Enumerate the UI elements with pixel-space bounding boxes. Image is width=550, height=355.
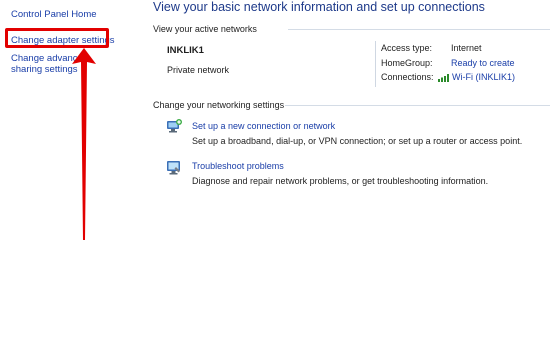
main-pane: View your basic network information and … bbox=[140, 0, 550, 355]
setup-new-connection-description: Set up a broadband, dial-up, or VPN conn… bbox=[192, 136, 523, 146]
connection-link[interactable]: Wi-Fi (INKLIK1) bbox=[438, 72, 515, 82]
access-type-value: Internet bbox=[451, 43, 482, 53]
connection-name: Wi-Fi (INKLIK1) bbox=[452, 72, 515, 82]
vertical-divider bbox=[375, 41, 376, 87]
control-panel-home-link[interactable]: Control Panel Home bbox=[11, 9, 97, 20]
change-settings-heading: Change your networking settings bbox=[153, 100, 285, 110]
page-title: View your basic network information and … bbox=[153, 0, 485, 14]
homegroup-label: HomeGroup: bbox=[381, 58, 433, 68]
left-nav-pane: Control Panel Home Change adapter settin… bbox=[0, 0, 120, 355]
active-networks-heading: View your active networks bbox=[153, 24, 257, 34]
troubleshoot-problems-link[interactable]: Troubleshoot problems bbox=[192, 161, 284, 171]
network-type: Private network bbox=[167, 65, 230, 75]
access-type-label: Access type: bbox=[381, 43, 433, 53]
troubleshoot-icon bbox=[167, 161, 180, 175]
section-divider bbox=[285, 105, 550, 106]
wifi-signal-icon bbox=[438, 73, 449, 82]
troubleshoot-problems-description: Diagnose and repair network problems, or… bbox=[192, 176, 489, 186]
red-arrow-annotation bbox=[72, 48, 96, 240]
connections-label: Connections: bbox=[381, 72, 434, 82]
setup-new-connection-link[interactable]: Set up a new connection or network bbox=[192, 121, 335, 131]
homegroup-link[interactable]: Ready to create bbox=[451, 58, 515, 68]
network-setup-icon bbox=[167, 119, 182, 133]
network-name: INKLIK1 bbox=[167, 45, 204, 56]
change-advanced-sharing-settings-link[interactable]: Change advanced sharing settings bbox=[11, 53, 121, 75]
highlight-box bbox=[5, 28, 109, 48]
section-divider bbox=[288, 29, 550, 30]
